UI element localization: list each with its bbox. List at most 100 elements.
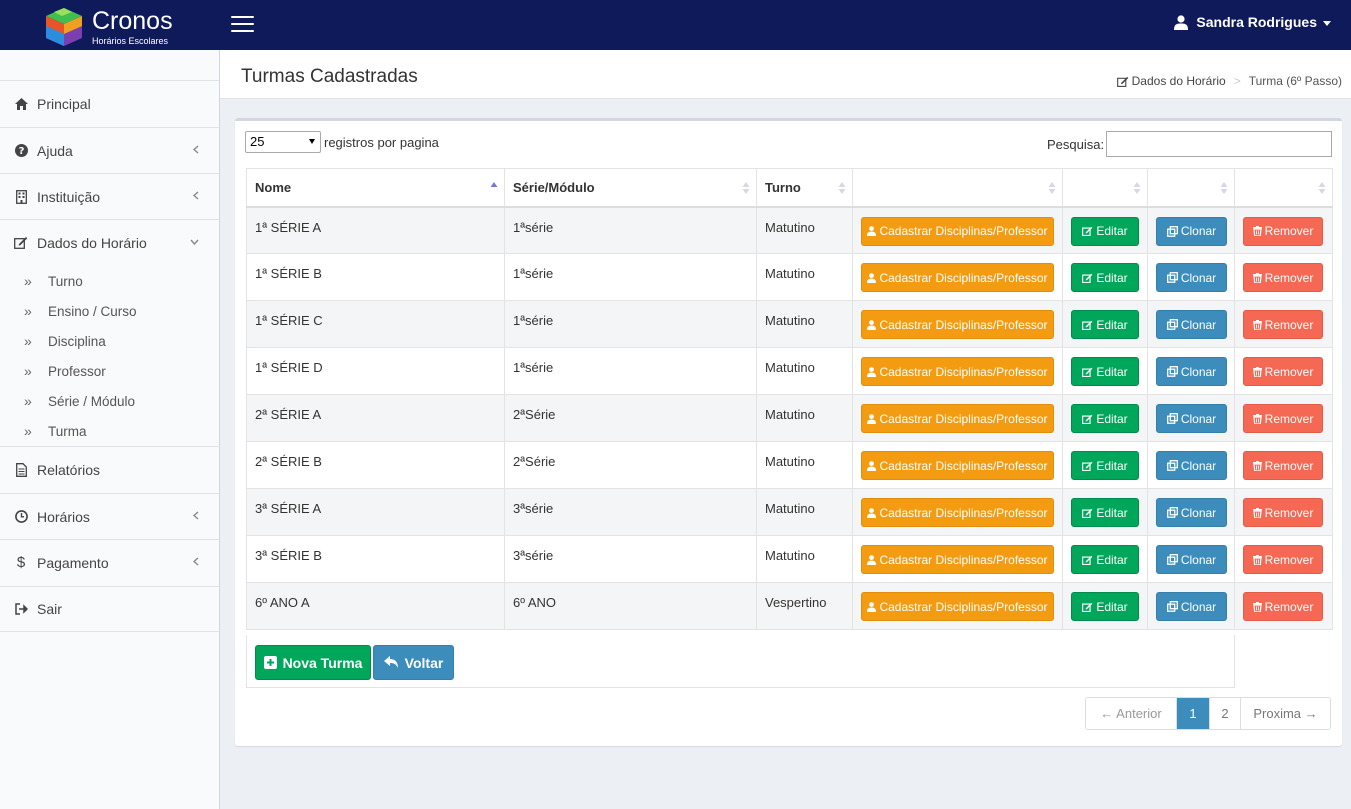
column-header-serie[interactable]: Série/Módulo (504, 168, 757, 208)
remover-button[interactable]: Remover (1243, 545, 1323, 574)
remover-button[interactable]: Remover (1243, 310, 1323, 339)
cell-action: Remover (1234, 206, 1333, 254)
cadastrar-disciplinas-button[interactable]: Cadastrar Disciplinas/Professor (861, 545, 1054, 574)
cadastrar-disciplinas-button[interactable]: Cadastrar Disciplinas/Professor (861, 404, 1054, 433)
double-angle-right-icon: » (24, 393, 32, 409)
sidebar-subitem-professor[interactable]: » Professor (0, 356, 219, 386)
remover-button[interactable]: Remover (1243, 498, 1323, 527)
app-logo[interactable]: Cronos Horários Escolares (42, 4, 192, 48)
editar-button[interactable]: Editar (1071, 216, 1139, 246)
cell-serie: 1ªsérie (504, 206, 757, 254)
editar-button[interactable]: Editar (1071, 310, 1139, 339)
cell-nome: 2ª SÉRIE A (246, 394, 505, 442)
sidebar-item-sair[interactable]: Sair (0, 586, 219, 632)
button-label: Editar (1096, 458, 1128, 473)
cadastrar-disciplinas-button[interactable]: Cadastrar Disciplinas/Professor (861, 216, 1054, 246)
nova-turma-label: Nova Turma (282, 654, 363, 671)
cell-turno: Matutino (756, 253, 853, 301)
clonar-button[interactable]: Clonar (1156, 592, 1227, 621)
user-icon (867, 413, 877, 424)
sidebar-item-principal[interactable]: Principal (0, 80, 219, 126)
remover-button[interactable]: Remover (1243, 592, 1323, 621)
editar-button[interactable]: Editar (1071, 263, 1139, 292)
column-header-action-4[interactable] (1234, 168, 1333, 208)
table-row: 3ª SÉRIE B 3ªsérie Matutino Cadastrar Disci… (246, 535, 1333, 583)
table-row: 1ª SÉRIE A 1ªsérie Matutino Cadastrar Disci… (246, 206, 1333, 254)
cadastrar-disciplinas-button[interactable]: Cadastrar Disciplinas/Professor (861, 498, 1054, 527)
sidebar-item-horarios[interactable]: Horários (0, 493, 219, 539)
user-icon (867, 507, 877, 518)
clonar-button[interactable]: Clonar (1156, 404, 1227, 433)
pagination-page-1[interactable]: 1 (1176, 698, 1209, 729)
button-label: Clonar (1180, 505, 1217, 520)
editar-button[interactable]: Editar (1071, 545, 1139, 574)
column-header-turno[interactable]: Turno (756, 168, 853, 208)
nova-turma-button[interactable]: Nova Turma (255, 645, 371, 680)
edit-icon (1082, 461, 1093, 471)
clonar-button[interactable]: Clonar (1156, 451, 1227, 480)
remover-button[interactable]: Remover (1243, 357, 1323, 386)
cell-turno: Matutino (756, 347, 853, 395)
editar-button[interactable]: Editar (1071, 592, 1139, 621)
sidebar-item-label: Horários (37, 508, 90, 525)
cell-serie: 1ªsérie (504, 347, 757, 395)
button-label: Remover (1264, 458, 1314, 473)
column-header-nome[interactable]: Nome (246, 168, 505, 208)
remover-button[interactable]: Remover (1243, 451, 1323, 480)
clonar-button[interactable]: Clonar (1156, 498, 1227, 527)
pagination-next[interactable]: Proxima → (1240, 698, 1330, 729)
remover-button[interactable]: Remover (1243, 216, 1323, 246)
cadastrar-disciplinas-button[interactable]: Cadastrar Disciplinas/Professor (861, 263, 1054, 292)
sidebar-subitem-turma[interactable]: » Turma (0, 416, 219, 446)
remover-button[interactable]: Remover (1243, 263, 1323, 292)
search-input[interactable] (1106, 131, 1332, 157)
cadastrar-disciplinas-button[interactable]: Cadastrar Disciplinas/Professor (861, 357, 1054, 386)
chevron-down-icon (190, 239, 199, 245)
clonar-button[interactable]: Clonar (1156, 545, 1227, 574)
sidebar-subitem-turno[interactable]: » Turno (0, 266, 219, 296)
clonar-button[interactable]: Clonar (1156, 216, 1227, 246)
top-navbar: Cronos Horários Escolares Sandra Rodrigu… (0, 0, 1351, 50)
breadcrumb-link[interactable]: Dados do Horário (1132, 74, 1226, 88)
pagination-page-2[interactable]: 2 (1209, 698, 1240, 729)
cell-nome: 1ª SÉRIE A (246, 206, 505, 254)
user-menu[interactable]: Sandra Rodrigues (1174, 14, 1331, 30)
cadastrar-disciplinas-button[interactable]: Cadastrar Disciplinas/Professor (861, 592, 1054, 621)
plus-square-icon (263, 656, 277, 669)
clonar-button[interactable]: Clonar (1156, 310, 1227, 339)
sidebar-subitem-ensino-curso[interactable]: » Ensino / Curso (0, 296, 219, 326)
trash-icon (1252, 226, 1262, 236)
editar-button[interactable]: Editar (1071, 498, 1139, 527)
sidebar-item-instituicao[interactable]: Instituição (0, 173, 219, 219)
column-header-action-2[interactable] (1062, 168, 1148, 208)
sidebar-subitem-disciplina[interactable]: » Disciplina (0, 326, 219, 356)
cadastrar-disciplinas-button[interactable]: Cadastrar Disciplinas/Professor (861, 451, 1054, 480)
sidebar-item-ajuda[interactable]: ? Ajuda (0, 127, 219, 173)
editar-button[interactable]: Editar (1071, 404, 1139, 433)
button-label: Clonar (1180, 224, 1217, 238)
button-label: Clonar (1180, 458, 1217, 473)
clonar-button[interactable]: Clonar (1156, 357, 1227, 386)
editar-button[interactable]: Editar (1071, 357, 1139, 386)
sidebar-item-dados-do-horario[interactable]: Dados do Horário (0, 219, 219, 265)
cell-nome: 1ª SÉRIE D (246, 347, 505, 395)
cell-action: Remover (1234, 347, 1333, 395)
menu-toggle-icon[interactable] (231, 16, 254, 34)
voltar-button[interactable]: Voltar (373, 645, 454, 680)
cell-nome: 2ª SÉRIE B (246, 441, 505, 489)
double-angle-right-icon: » (24, 273, 32, 289)
pagination-previous[interactable]: ← Anterior (1086, 698, 1176, 729)
column-header-action-1[interactable] (852, 168, 1063, 208)
column-header-action-3[interactable] (1147, 168, 1235, 208)
clonar-button[interactable]: Clonar (1156, 263, 1227, 292)
sidebar-item-pagamento[interactable]: $ Pagamento (0, 539, 219, 585)
cadastrar-disciplinas-button[interactable]: Cadastrar Disciplinas/Professor (861, 310, 1054, 339)
edit-icon (1082, 367, 1093, 377)
sidebar-subitem-serie-modulo[interactable]: » Série / Módulo (0, 386, 219, 416)
caret-down-icon (309, 139, 315, 144)
cube-logo-icon (46, 8, 82, 46)
page-length-select[interactable]: 25 (245, 131, 321, 153)
remover-button[interactable]: Remover (1243, 404, 1323, 433)
editar-button[interactable]: Editar (1071, 451, 1139, 480)
sidebar-item-relatorios[interactable]: Relatórios (0, 446, 219, 492)
